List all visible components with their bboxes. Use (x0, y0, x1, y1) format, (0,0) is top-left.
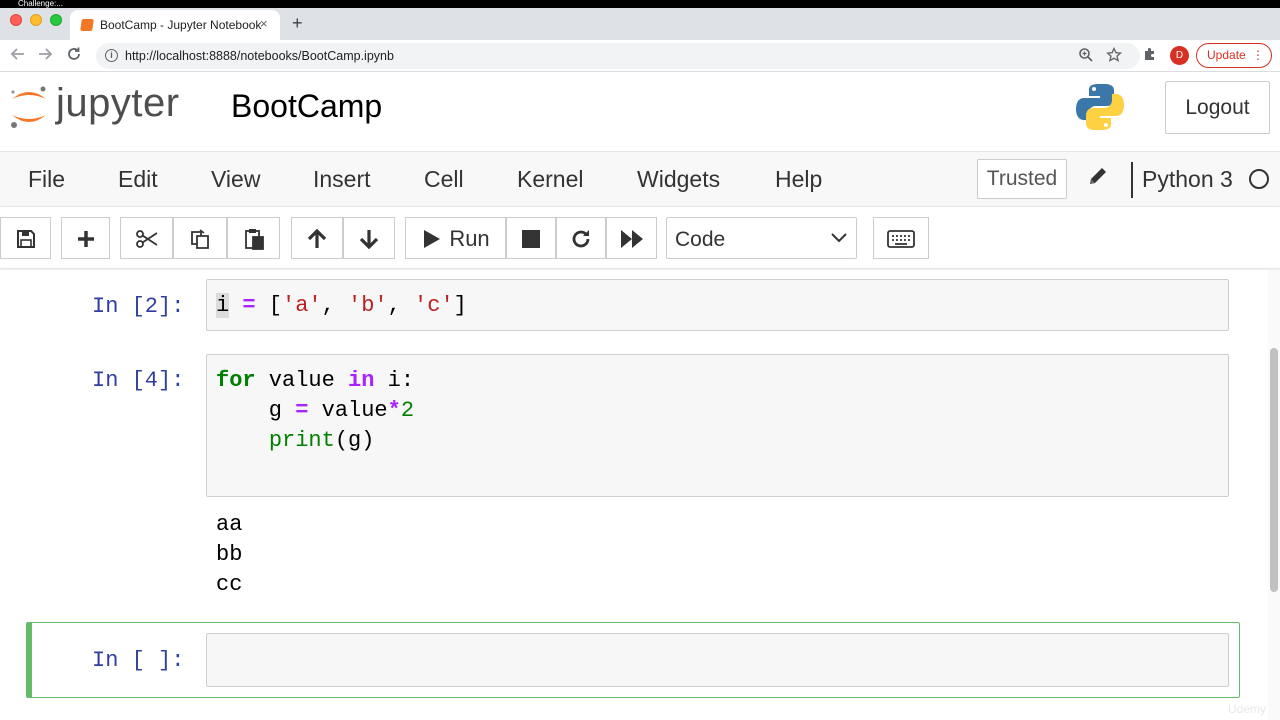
copy-icon (191, 229, 209, 249)
url-text[interactable]: http://localhost:8888/notebooks/BootCamp… (125, 49, 394, 63)
run-label: Run (449, 225, 490, 251)
forward-arrow-icon[interactable] (37, 46, 53, 67)
code-line: g = value*2 (216, 398, 415, 423)
update-button[interactable]: Update ⋮ (1196, 43, 1272, 68)
chevron-down-icon (831, 233, 847, 243)
cell-3-input[interactable] (206, 633, 1229, 687)
save-button[interactable] (0, 217, 51, 259)
new-tab-button[interactable]: + (292, 13, 303, 34)
move-cell-down-button[interactable] (343, 217, 395, 259)
output-line: aa (216, 512, 243, 537)
menu-file[interactable]: File (28, 166, 65, 193)
profile-avatar[interactable]: D (1170, 46, 1189, 65)
notebook-scrollbar[interactable] (1268, 270, 1280, 720)
output-line: cc (216, 572, 243, 597)
scrollbar-thumb[interactable] (1270, 348, 1278, 592)
menu-kernel[interactable]: Kernel (517, 166, 583, 193)
interrupt-kernel-button[interactable] (506, 217, 556, 259)
menubar: File Edit View Insert Cell Kernel Widget… (0, 151, 1280, 207)
code-line: for value in i: (216, 368, 415, 393)
site-info-icon[interactable]: i (105, 49, 118, 62)
scissors-icon (135, 229, 157, 248)
insert-cell-button[interactable] (61, 217, 110, 259)
tab-close-icon[interactable]: × (260, 16, 268, 31)
cell-type-select[interactable]: Code (666, 217, 857, 259)
cell-type-value: Code (675, 228, 726, 251)
arrow-up-icon (307, 228, 327, 248)
menu-help[interactable]: Help (775, 166, 822, 193)
notebook-toolbar: Run Code (0, 207, 1280, 269)
plus-icon (77, 230, 94, 247)
clipboard-icon (244, 228, 264, 250)
trusted-indicator[interactable]: Trusted (977, 159, 1067, 199)
maximize-window-button[interactable] (50, 14, 62, 26)
cell-2-prompt: In [4]: (92, 368, 185, 393)
output-line: bb (216, 542, 243, 567)
jupyter-logo-text[interactable]: jupyter (56, 81, 180, 126)
run-button[interactable]: Run (405, 217, 506, 259)
restart-icon (572, 229, 590, 248)
move-cell-up-button[interactable] (291, 217, 343, 259)
kernel-separator (1131, 162, 1133, 198)
play-icon (424, 229, 441, 248)
notebook-container: In [2]: i = ['a', 'b', 'c'] In [4]: for … (0, 270, 1268, 720)
jupyter-header: jupyter BootCamp Logout (0, 73, 1270, 151)
update-label: Update (1207, 48, 1246, 62)
extensions-puzzle-icon[interactable] (1142, 46, 1158, 66)
python-logo-icon (1076, 84, 1124, 130)
address-bar-row: i http://localhost:8888/notebooks/BootCa… (0, 40, 1280, 72)
arrow-down-icon (359, 229, 379, 249)
menu-cell[interactable]: Cell (424, 166, 464, 193)
kernel-name[interactable]: Python 3 (1142, 166, 1233, 193)
more-menu-icon[interactable]: ⋮ (1252, 44, 1264, 67)
watermark-text: Udemy (1228, 702, 1267, 716)
code-line: i = ['a', 'b', 'c'] (216, 293, 467, 318)
back-arrow-icon[interactable] (10, 46, 26, 67)
stop-icon (522, 229, 540, 248)
pencil-icon[interactable] (1086, 164, 1110, 195)
cell-1-prompt: In [2]: (92, 294, 185, 319)
window-titlebar: Challenge:... (0, 0, 1280, 8)
kernel-idle-indicator-icon (1249, 169, 1269, 189)
reload-icon[interactable] (66, 46, 82, 67)
cut-button[interactable] (120, 217, 173, 259)
restart-kernel-button[interactable] (556, 217, 606, 259)
cell-1-input[interactable]: i = ['a', 'b', 'c'] (206, 279, 1229, 331)
omnibox[interactable]: i http://localhost:8888/notebooks/BootCa… (96, 43, 1140, 69)
floppy-disk-icon (16, 229, 35, 248)
cell-2-input[interactable]: for value in i: g = value*2 print(g) (206, 354, 1229, 497)
zoom-icon[interactable] (1078, 47, 1094, 66)
command-palette-button[interactable] (873, 217, 929, 259)
bookmark-star-icon[interactable] (1105, 46, 1123, 66)
code-line: print(g) (268, 428, 375, 453)
restart-run-all-button[interactable] (606, 217, 657, 259)
tab-title: BootCamp - Jupyter Notebook (100, 18, 262, 32)
keyboard-icon (887, 229, 915, 248)
browser-tab-bar: BootCamp - Jupyter Notebook × + (0, 8, 1280, 40)
minimize-window-button[interactable] (30, 14, 42, 26)
logout-button[interactable]: Logout (1165, 81, 1270, 134)
menu-insert[interactable]: Insert (313, 166, 371, 193)
menu-edit[interactable]: Edit (118, 166, 158, 193)
cell-3-prompt: In [ ]: (92, 648, 185, 673)
menu-widgets[interactable]: Widgets (637, 166, 720, 193)
window-caption: Challenge:... (18, 0, 63, 8)
fast-forward-icon (620, 229, 643, 248)
paste-button[interactable] (227, 217, 280, 259)
close-window-button[interactable] (10, 14, 22, 26)
browser-tab[interactable]: BootCamp - Jupyter Notebook × (70, 10, 280, 40)
copy-button[interactable] (173, 217, 227, 259)
notebook-title[interactable]: BootCamp (231, 88, 382, 125)
jupyter-favicon-icon (80, 19, 94, 31)
jupyter-logo-icon[interactable] (8, 83, 50, 131)
menu-view[interactable]: View (211, 166, 260, 193)
